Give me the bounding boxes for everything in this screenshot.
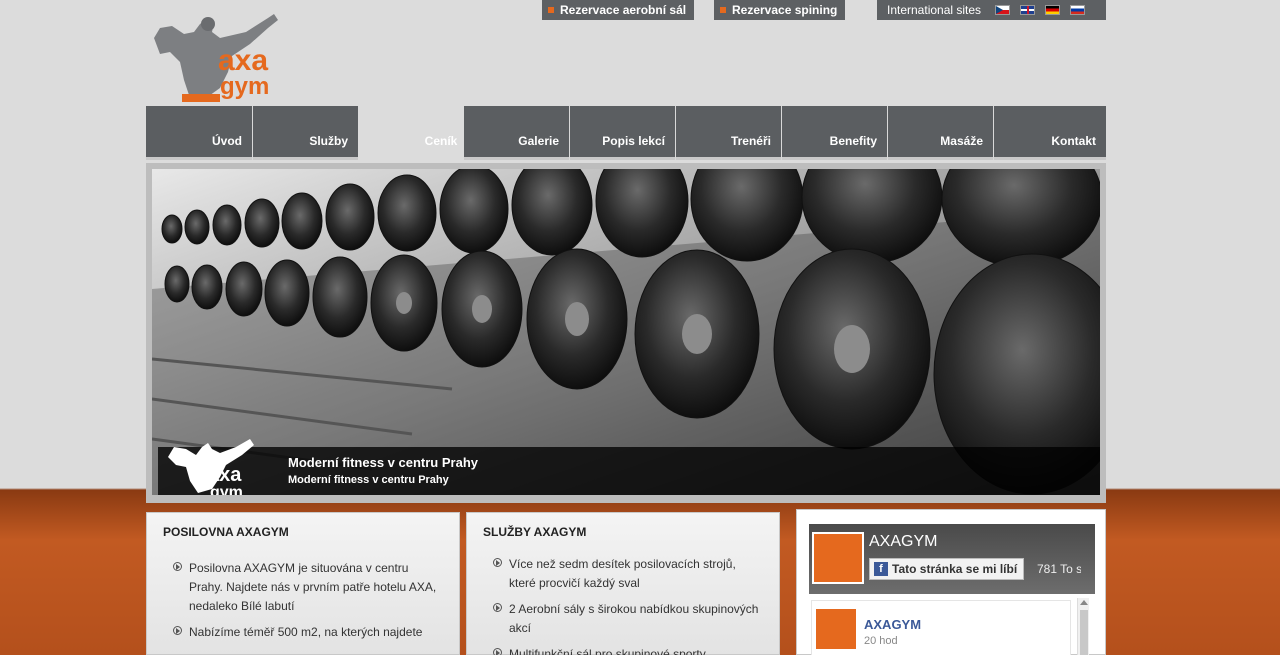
list-item: Posilovna AXAGYM je situována v centru P… [173, 559, 445, 616]
page-wrapper: Rezervace aerobní sál Rezervace spining … [146, 0, 1106, 655]
list-item: Nabízíme téměř 500 m2, na kterých najdet… [173, 623, 445, 642]
scroll-thumb[interactable] [1080, 610, 1088, 655]
facebook-header: AXAGYM f Tato stránka se mi líbí 781 To s… [809, 524, 1095, 594]
nav-label: Galerie [518, 134, 559, 148]
list-item: 2 Aerobní sály s širokou nabídkou skupin… [493, 600, 765, 638]
reservation-spinning-label: Rezervace spining [732, 3, 838, 17]
svg-text:axa: axa [208, 464, 242, 486]
caption-logo-icon: axa gym [168, 439, 254, 495]
nav-item-popis-lekci[interactable]: Popis lekcí [570, 106, 675, 160]
hero-image: axa gym Moderní fitness v centru Prahy M… [152, 169, 1100, 495]
banner-subtitle: Moderní fitness v centru Prahy [288, 474, 449, 486]
list-item-text: Nabízíme téměř 500 m2, na kterých najdet… [189, 625, 423, 639]
reservation-spinning-link[interactable]: Rezervace spining [714, 0, 846, 20]
nav-label: Trenéři [730, 134, 771, 148]
de-flag-icon[interactable] [1045, 5, 1060, 15]
international-sites-bar: International sites [877, 0, 1106, 20]
list-item: Více než sedm desítek posilovacích stroj… [493, 555, 765, 593]
nav-label: Kontakt [1051, 134, 1096, 148]
nav-item-galerie[interactable]: Galerie [464, 106, 569, 160]
nav-label: Popis lekcí [602, 134, 665, 148]
bullet-square-icon [548, 7, 554, 13]
sluzby-list: Více než sedm desítek posilovacích stroj… [493, 555, 765, 655]
bullet-arrow-icon [493, 603, 502, 612]
bullet-arrow-icon [493, 558, 502, 567]
facebook-widget: AXAGYM f Tato stránka se mi líbí 781 To s… [796, 509, 1106, 655]
list-item-text: Multifunkční sál pro skupinové sporty [509, 647, 706, 655]
scroll-up-icon[interactable] [1080, 600, 1088, 605]
list-item: Multifunkční sál pro skupinové sporty [493, 645, 765, 655]
facebook-like-label: Tato stránka se mi líbí [892, 562, 1018, 576]
nav-item-kontakt[interactable]: Kontakt [994, 106, 1106, 160]
nav-item-treneri[interactable]: Trenéři [676, 106, 781, 160]
list-item-text: Více než sedm desítek posilovacích stroj… [509, 557, 736, 590]
facebook-post-author[interactable]: AXAGYM [864, 617, 921, 632]
bullet-arrow-icon [173, 562, 182, 571]
ru-flag-icon[interactable] [1070, 5, 1085, 15]
facebook-scrollbar[interactable] [1077, 598, 1089, 655]
cz-flag-icon[interactable] [995, 5, 1010, 15]
reservation-aerobic-label: Rezervace aerobní sál [560, 3, 687, 17]
bullet-arrow-icon [493, 648, 502, 655]
hero-banner: axa gym Moderní fitness v centru Prahy M… [146, 163, 1106, 503]
list-item-text: Posilovna AXAGYM je situována v centru P… [189, 561, 437, 613]
list-item-text: 2 Aerobní sály s širokou nabídkou skupin… [509, 602, 759, 635]
banner-title: Moderní fitness v centru Prahy [288, 455, 478, 470]
facebook-post-time: 20 hod [864, 635, 898, 647]
facebook-page-avatar[interactable] [812, 532, 864, 584]
main-navigation: Úvod Služby Ceník Galerie Popis lekcí Tr… [146, 106, 1106, 160]
posilovna-panel: POSILOVNA AXAGYM Posilovna AXAGYM je sit… [146, 512, 460, 655]
logo-text-gym: gym [220, 73, 269, 100]
nav-item-masaze[interactable]: Masáže [888, 106, 993, 160]
bodybuilder-logo-icon: axa gym [154, 14, 278, 102]
nav-label: Benefity [829, 134, 877, 148]
posilovna-title: POSILOVNA AXAGYM [163, 525, 289, 539]
bullet-arrow-icon [173, 626, 182, 635]
sluzby-panel: SLUŽBY AXAGYM Více než sedm desítek posi… [466, 512, 780, 655]
site-logo[interactable]: axa gym [150, 10, 292, 102]
sluzby-title: SLUŽBY AXAGYM [483, 525, 587, 539]
bullet-square-icon [720, 7, 726, 13]
nav-label: Ceník [424, 134, 458, 148]
banner-caption: axa gym Moderní fitness v centru Prahy M… [158, 439, 1100, 495]
reservation-aerobic-link[interactable]: Rezervace aerobní sál [542, 0, 695, 20]
nav-label: Masáže [940, 134, 983, 148]
posilovna-list: Posilovna AXAGYM je situována v centru P… [173, 559, 445, 649]
facebook-post-avatar[interactable] [816, 609, 856, 649]
nav-item-cenik[interactable]: Ceník [358, 106, 464, 160]
nav-label: Úvod [212, 134, 242, 148]
svg-text:gym: gym [210, 484, 243, 495]
facebook-f-icon: f [874, 562, 888, 576]
nav-item-uvod[interactable]: Úvod [146, 106, 252, 160]
nav-label: Služby [309, 134, 348, 148]
facebook-like-button[interactable]: f Tato stránka se mi líbí [869, 558, 1025, 580]
gb-flag-icon[interactable] [1020, 5, 1035, 15]
nav-item-sluzby[interactable]: Služby [253, 106, 358, 160]
nav-item-benefity[interactable]: Benefity [782, 106, 887, 160]
facebook-post: AXAGYM 20 hod [811, 600, 1071, 655]
facebook-like-count: 781 To se [1037, 562, 1081, 576]
facebook-page-name[interactable]: AXAGYM [869, 533, 937, 551]
international-sites-label: International sites [887, 3, 982, 17]
